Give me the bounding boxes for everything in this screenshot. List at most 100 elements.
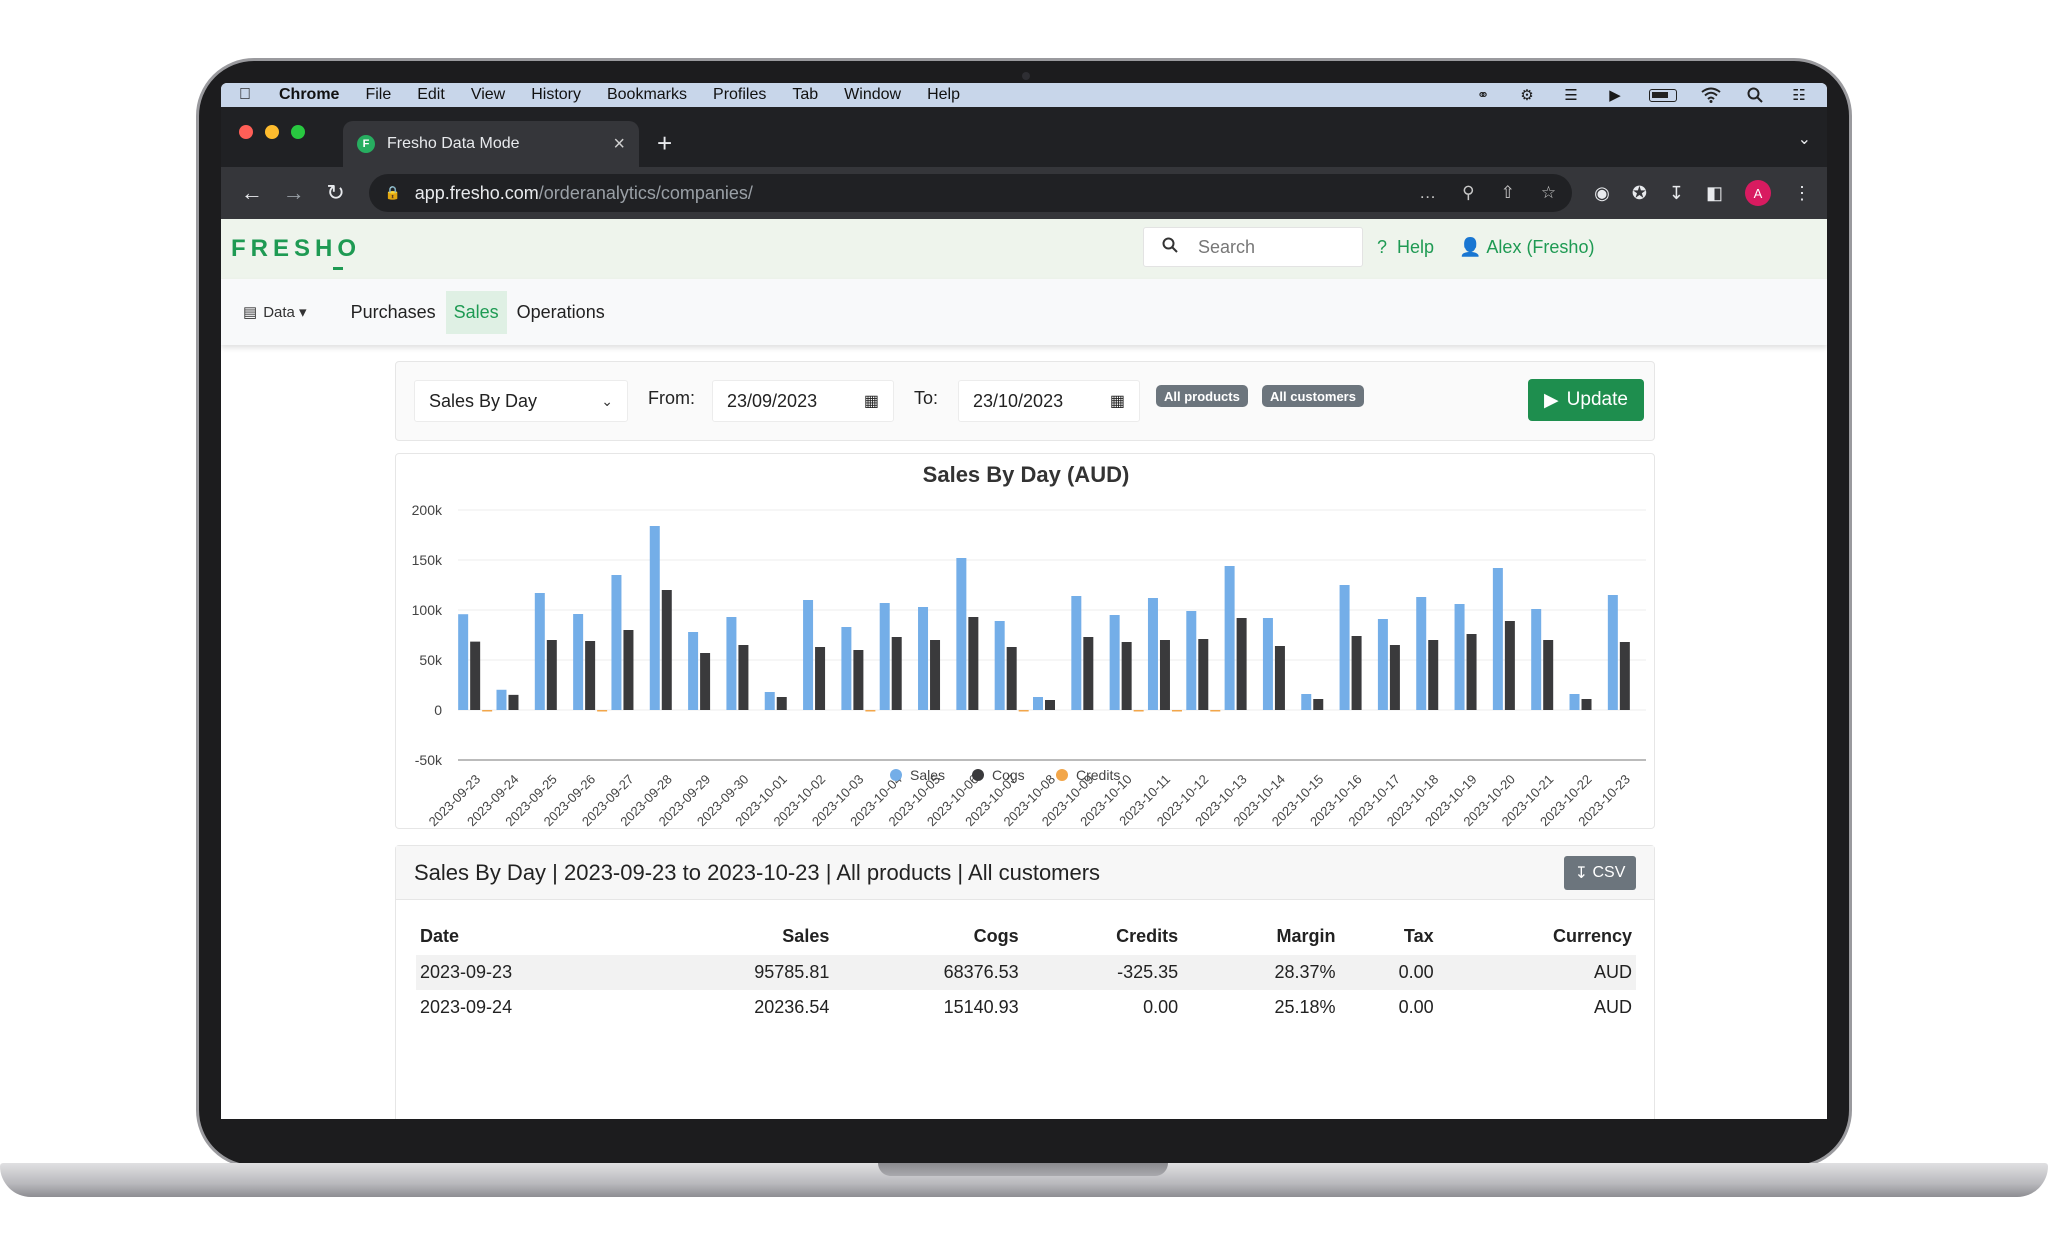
bar-cogs	[738, 645, 749, 710]
nav-operations[interactable]: Operations	[509, 291, 613, 334]
play-icon[interactable]: ▶	[1605, 87, 1625, 104]
back-arrow-icon[interactable]: ←	[237, 180, 267, 206]
spotlight-search-icon[interactable]	[1745, 87, 1765, 103]
legend-label: Cogs	[992, 767, 1025, 783]
reload-icon[interactable]: ↻	[321, 180, 351, 206]
lock-icon[interactable]: 🔒	[385, 185, 401, 201]
to-date-input[interactable]: 23/10/2023 ▦	[958, 380, 1140, 422]
bar-sales	[1531, 609, 1542, 710]
report-select[interactable]: Sales By Day ⌄	[414, 380, 628, 422]
profile-avatar[interactable]: A	[1745, 180, 1772, 206]
bar-cogs	[968, 617, 979, 710]
menu-tab[interactable]: Tab	[792, 86, 818, 104]
puzzle-icon[interactable]: ✪	[1632, 183, 1647, 204]
calendar-icon[interactable]: ▦	[864, 391, 879, 411]
help-link[interactable]: ? Help	[1377, 237, 1434, 258]
col-currency[interactable]: Currency	[1438, 918, 1636, 955]
close-window-button[interactable]	[239, 125, 253, 139]
download-icon[interactable]: ↧	[1669, 183, 1684, 204]
nav-sales[interactable]: Sales	[445, 290, 507, 334]
gear-icon[interactable]: ⚙	[1517, 87, 1537, 104]
new-tab-icon[interactable]: +	[657, 128, 672, 159]
mac-menubar:  Chrome File Edit View History Bookmark…	[221, 83, 1827, 107]
menu-help[interactable]: Help	[927, 86, 960, 104]
share-icon[interactable]: ⇧	[1501, 183, 1515, 203]
menu-window[interactable]: Window	[844, 86, 901, 104]
col-sales[interactable]: Sales	[644, 918, 833, 955]
cell: 0.00	[1339, 955, 1438, 990]
data-menu-dropdown[interactable]: ▤ Data ▾	[243, 303, 307, 322]
csv-download-button[interactable]: ↧ CSV	[1564, 855, 1636, 890]
bar-cogs	[1313, 699, 1324, 710]
cell: AUD	[1593, 997, 1632, 1017]
more-icon[interactable]: …	[1419, 183, 1436, 203]
battery-icon[interactable]	[1649, 88, 1677, 102]
minimize-window-button[interactable]	[265, 125, 279, 139]
address-bar[interactable]: 🔒 app.fresho.com/orderanalytics/companie…	[368, 174, 1573, 212]
chart-card: Sales By Day (AUD) 200k 150k 100k 50k 0 -50k 20…	[395, 453, 1655, 829]
menu-view[interactable]: View	[471, 86, 505, 104]
col-credits[interactable]: Credits	[1023, 918, 1183, 955]
bar-sales	[1377, 619, 1388, 710]
cell: 20236.54	[754, 997, 830, 1017]
user-menu[interactable]: 👤 Alex (Fresho)	[1459, 237, 1594, 258]
update-button[interactable]: ▶ Update	[1528, 379, 1644, 421]
kebab-menu-icon[interactable]: ⋮	[1793, 183, 1811, 204]
products-filter-chip[interactable]: All products	[1156, 385, 1248, 407]
search-placeholder: Search	[1198, 236, 1256, 257]
y-tick-label: 0	[434, 702, 442, 718]
bar-cogs	[1006, 647, 1017, 710]
bar-sales	[1607, 595, 1618, 710]
from-date-input[interactable]: 23/09/2023 ▦	[712, 380, 894, 422]
search-input[interactable]: Search	[1143, 227, 1363, 267]
creative-cloud-icon[interactable]: ⚭	[1473, 87, 1493, 104]
close-tab-icon[interactable]: ×	[613, 133, 625, 156]
menu-history[interactable]: History	[531, 86, 581, 104]
bar-sales	[879, 603, 890, 710]
customers-filter-chip[interactable]: All customers	[1262, 385, 1364, 407]
sidepanel-icon[interactable]: ◧	[1706, 183, 1723, 204]
browser-tab[interactable]: F Fresho Data Mode ×	[343, 121, 639, 167]
nav-purchases[interactable]: Purchases	[343, 291, 444, 334]
col-margin[interactable]: Margin	[1182, 918, 1339, 955]
calendar-icon[interactable]: ▦	[1110, 391, 1125, 411]
cell: AUD	[1437, 955, 1636, 990]
bar-sales	[1224, 566, 1235, 710]
user-label: Alex (Fresho)	[1486, 237, 1595, 257]
bar-sales	[841, 627, 852, 710]
apple-icon[interactable]: 	[239, 86, 257, 104]
col-date[interactable]: Date	[416, 918, 644, 955]
bar-cogs	[661, 590, 672, 710]
zoom-icon[interactable]: ⚲	[1462, 183, 1474, 203]
bookmark-star-icon[interactable]: ☆	[1541, 183, 1556, 203]
menu-bookmarks[interactable]: Bookmarks	[607, 86, 687, 104]
fresho-logo[interactable]: FRESHO	[231, 235, 361, 270]
cell: -325.35	[1022, 955, 1183, 990]
menu-profiles[interactable]: Profiles	[713, 86, 766, 104]
bar-credits	[597, 710, 608, 712]
zoom-window-button[interactable]	[291, 125, 305, 139]
menu-edit[interactable]: Edit	[417, 86, 445, 104]
menu-file[interactable]: File	[365, 86, 391, 104]
table-row: 2023-09-24 20236.54 15140.93 0.00 25.18%…	[416, 990, 1636, 1025]
extension-icon[interactable]: ◉	[1594, 183, 1610, 204]
screen:  Chrome File Edit View History Bookmark…	[221, 83, 1827, 1119]
wifi-icon[interactable]	[1701, 87, 1721, 103]
bar-credits	[1210, 710, 1221, 712]
chart-title: Sales By Day (AUD)	[923, 462, 1130, 487]
list-icon[interactable]: ☰	[1561, 87, 1581, 104]
col-tax[interactable]: Tax	[1340, 918, 1438, 955]
chevron-down-icon[interactable]: ⌄	[1798, 129, 1811, 149]
bar-cogs	[623, 630, 634, 710]
cell: 25.18%	[1274, 997, 1336, 1017]
control-center-icon[interactable]: ☷	[1789, 87, 1809, 104]
bar-cogs	[1389, 645, 1400, 710]
help-label: Help	[1397, 237, 1435, 257]
forward-arrow-icon[interactable]: →	[279, 180, 309, 206]
col-cogs[interactable]: Cogs	[833, 918, 1022, 955]
bar-sales	[688, 632, 699, 710]
bar-cogs	[1121, 642, 1132, 710]
play-icon: ▶	[1544, 389, 1559, 411]
menu-chrome[interactable]: Chrome	[279, 86, 339, 104]
download-icon: ↧	[1574, 864, 1593, 882]
